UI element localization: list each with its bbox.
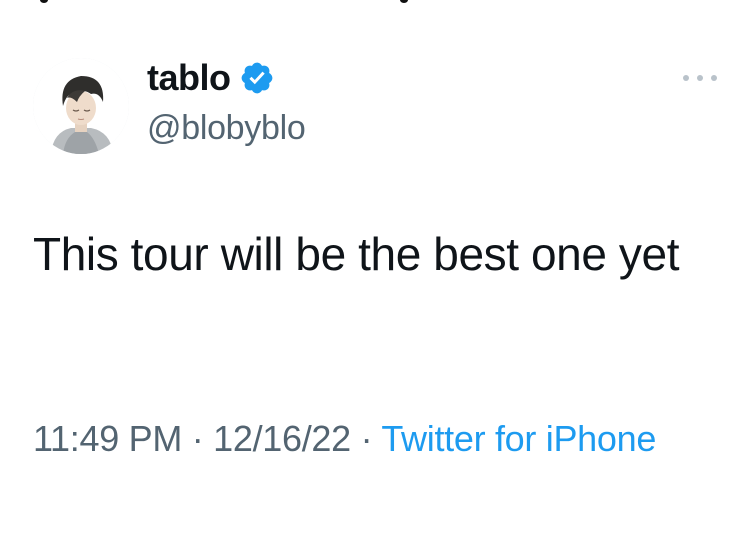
verified-badge-icon bbox=[241, 62, 272, 94]
tweet-time[interactable]: 11:49 PM bbox=[33, 418, 182, 459]
tweet-metadata: 11:49 PM · 12/16/22 · Twitter for iPhone bbox=[33, 410, 723, 467]
more-dot bbox=[711, 75, 717, 81]
more-dot bbox=[697, 75, 703, 81]
display-name[interactable]: tablo bbox=[147, 57, 231, 99]
cropped-previous-content bbox=[0, 0, 750, 10]
tweet-source-link[interactable]: Twitter for iPhone bbox=[381, 418, 656, 459]
avatar-illustration-icon bbox=[33, 58, 129, 154]
author-name-row: tablo bbox=[147, 56, 275, 100]
avatar[interactable] bbox=[33, 58, 129, 154]
meta-separator: · bbox=[360, 418, 373, 459]
author-handle[interactable]: @blobyblo bbox=[147, 109, 306, 148]
more-options-button[interactable] bbox=[683, 68, 717, 88]
tweet-text: This tour will be the best one yet bbox=[33, 228, 680, 280]
more-dots-icon bbox=[683, 75, 689, 81]
tweet-date[interactable]: 12/16/22 bbox=[213, 418, 351, 459]
meta-separator: · bbox=[191, 418, 204, 459]
